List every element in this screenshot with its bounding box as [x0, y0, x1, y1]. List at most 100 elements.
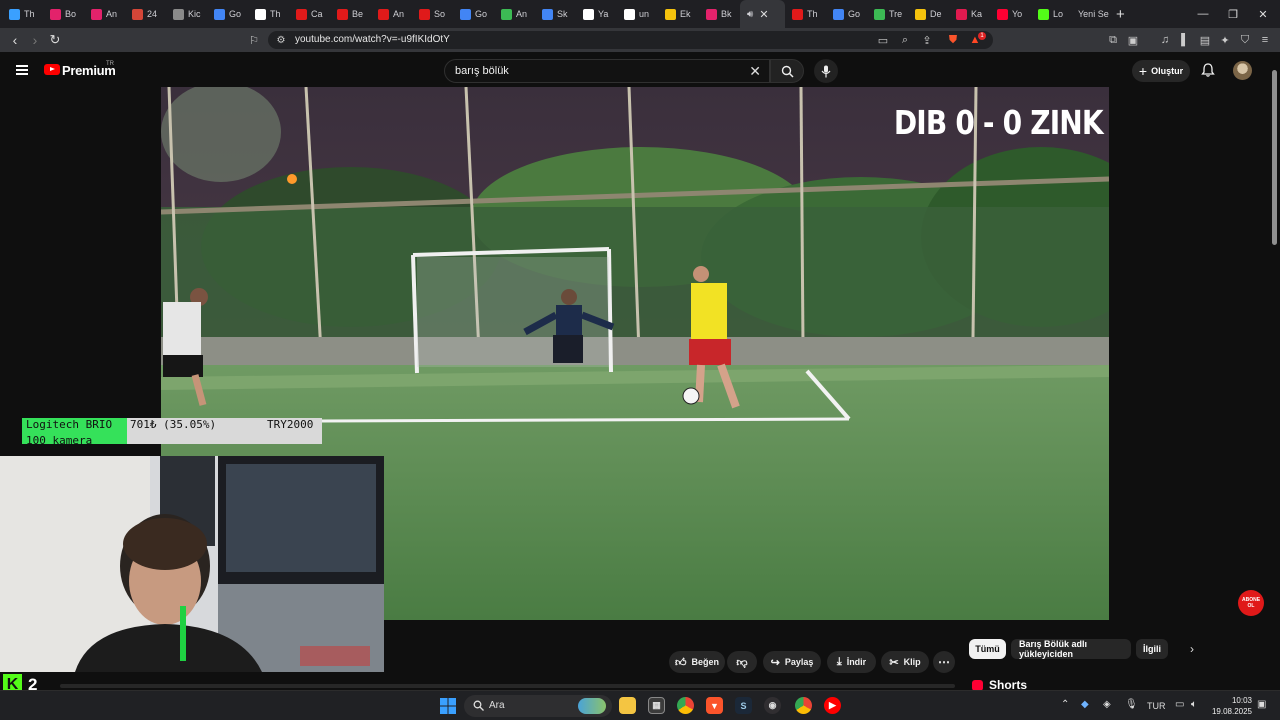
microsoft-store-icon[interactable]: ▦ [648, 697, 665, 714]
hamburger-menu-icon[interactable] [16, 65, 28, 75]
browser-tab[interactable]: An [494, 0, 535, 28]
microphone-tray-icon[interactable]: 🎙︎ [1125, 699, 1138, 710]
tab-title: An [106, 9, 118, 19]
windows-start-icon[interactable] [440, 698, 456, 714]
browser-tab[interactable]: Th [2, 0, 43, 28]
browser-tab[interactable]: Go [826, 0, 867, 28]
notifications-bell-icon[interactable] [1200, 62, 1216, 78]
search-value[interactable]: barış bölük [455, 65, 509, 77]
new-tab-item[interactable]: Yeni Se [1072, 9, 1112, 19]
clear-search-icon[interactable]: ✕ [749, 63, 761, 80]
chip-all[interactable]: Tümü [969, 639, 1006, 659]
maximize-button[interactable]: ❐ [1218, 0, 1248, 28]
chrome-icon[interactable] [677, 697, 694, 714]
taskbar-clock[interactable]: 10:03 19.08.2025 [1208, 695, 1252, 717]
notification-icon[interactable]: ▣ [1257, 699, 1266, 710]
forward-icon[interactable]: › [27, 32, 43, 48]
browser-tab[interactable]: De [908, 0, 949, 28]
share-icon[interactable]: ⇪ [920, 33, 934, 47]
browser-tab[interactable]: Ya [576, 0, 617, 28]
voice-search-button[interactable] [814, 59, 838, 83]
close-window-button[interactable]: ✕ [1248, 0, 1278, 28]
zoom-icon[interactable]: ⌕ [898, 33, 912, 47]
chip-from-uploader[interactable]: Barış Bölük adlı yükleyiciden [1011, 639, 1131, 659]
browser-tab[interactable]: Th [248, 0, 289, 28]
share-button[interactable]: ↪ Paylaş [763, 651, 821, 673]
tab-favicon-icon [337, 8, 348, 20]
browser-tab[interactable]: Kic [166, 0, 207, 28]
browser-tab[interactable]: Bo [43, 0, 84, 28]
url-text[interactable]: youtube.com/watch?v=-u9fIKIdOtY [295, 34, 450, 45]
browser-tab[interactable]: So [412, 0, 453, 28]
browser-tab[interactable]: An [371, 0, 412, 28]
avatar[interactable] [1233, 61, 1252, 80]
wallet-icon[interactable]: ▤ [1198, 33, 1212, 47]
search-input[interactable]: barış bölük ✕ [444, 59, 770, 83]
browser-tab[interactable]: An [84, 0, 125, 28]
browser-tab[interactable]: Yo [990, 0, 1031, 28]
speaker-icon[interactable]: 🔊︎ [747, 9, 753, 20]
site-settings-icon[interactable]: ⚙ [274, 33, 288, 47]
tray-overflow-icon[interactable]: ⌃ [1061, 699, 1069, 710]
page-scrollbar[interactable] [1270, 52, 1280, 690]
minimize-button[interactable]: — [1188, 0, 1218, 28]
vpn-icon[interactable]: ⛉ [1238, 33, 1252, 47]
screenshot-icon[interactable]: ▣ [1126, 33, 1140, 47]
microphone-icon [821, 65, 831, 77]
media-icon[interactable]: ♫ [1158, 33, 1172, 47]
search-button[interactable] [770, 59, 804, 83]
extensions-icon[interactable]: ⧉ [1106, 33, 1120, 47]
chevron-right-icon[interactable]: › [1190, 642, 1194, 656]
bookmark-icon[interactable]: ⚐ [247, 33, 261, 47]
network-icon[interactable]: ▭ [1175, 699, 1184, 710]
volume-icon[interactable]: 🔈︎ [1191, 699, 1197, 710]
file-explorer-icon[interactable] [619, 697, 636, 714]
download-button[interactable]: ⤓ İndir [827, 651, 876, 673]
browser-tab-active[interactable]: 🔊︎ ✕ [740, 0, 785, 28]
tab-title: So [434, 9, 446, 19]
browser-tab[interactable]: Tre [867, 0, 908, 28]
taskbar-search[interactable]: Ara [464, 695, 612, 717]
subscribe-watermark[interactable]: ABONE OL [1238, 590, 1264, 616]
browser-tab[interactable]: 24 [125, 0, 166, 28]
browser-tab[interactable]: Sk [535, 0, 576, 28]
browser-tab[interactable]: Go [453, 0, 494, 28]
browser-tab[interactable]: Be [330, 0, 371, 28]
more-actions-button[interactable]: ⋯ [933, 651, 955, 673]
tab-favicon-icon [792, 8, 803, 20]
youtube-music-icon[interactable]: ▶ [824, 697, 841, 714]
tray-app-icon[interactable]: ◆ [1081, 699, 1089, 710]
browser-tab[interactable]: Ca [289, 0, 330, 28]
create-button[interactable]: + Oluştur [1132, 60, 1190, 82]
back-icon[interactable]: ‹ [7, 32, 23, 48]
tray-app-icon-2[interactable]: ◈ [1103, 699, 1111, 710]
cast-icon[interactable]: ▭ [876, 33, 890, 47]
browser-tab[interactable]: Th [785, 0, 826, 28]
brave-icon[interactable]: ▼ [706, 697, 723, 714]
obs-icon[interactable]: ◉ [764, 697, 781, 714]
browser-tab[interactable]: Lo [1031, 0, 1072, 28]
chrome-profile-icon[interactable] [795, 697, 812, 714]
tab-title: Go [229, 9, 242, 19]
scrollbar-thumb[interactable] [1272, 70, 1277, 245]
sidebar-icon[interactable]: ▌ [1178, 33, 1192, 47]
clip-button[interactable]: ✂ Klip [881, 651, 929, 673]
address-bar[interactable]: ⚙ youtube.com/watch?v=-u9fIKIdOtY ▭ ⌕ ⇪ … [268, 31, 993, 49]
browser-menu-icon[interactable]: ≡ [1258, 33, 1272, 47]
leo-ai-icon[interactable]: ✦ [1218, 33, 1232, 47]
browser-tab[interactable]: Ka [949, 0, 990, 28]
dislike-button[interactable]: 👎︎ [727, 651, 757, 673]
browser-tab[interactable]: Go [207, 0, 248, 28]
youtube-logo-icon[interactable] [44, 64, 60, 75]
browser-tab[interactable]: un [617, 0, 658, 28]
browser-tab[interactable]: Bk [699, 0, 740, 28]
input-language[interactable]: TUR [1147, 701, 1166, 711]
browser-tab[interactable]: Ek [658, 0, 699, 28]
close-tab-icon[interactable]: ✕ [759, 8, 768, 21]
steam-icon[interactable]: S [735, 697, 752, 714]
reload-icon[interactable]: ↻ [47, 32, 63, 48]
chip-related[interactable]: İlgili [1136, 639, 1168, 659]
brave-shields-icon[interactable]: ⛊ [946, 33, 960, 47]
like-button[interactable]: 👍︎ Beğen [669, 651, 725, 673]
new-tab-plus-icon[interactable]: + [1116, 6, 1125, 23]
